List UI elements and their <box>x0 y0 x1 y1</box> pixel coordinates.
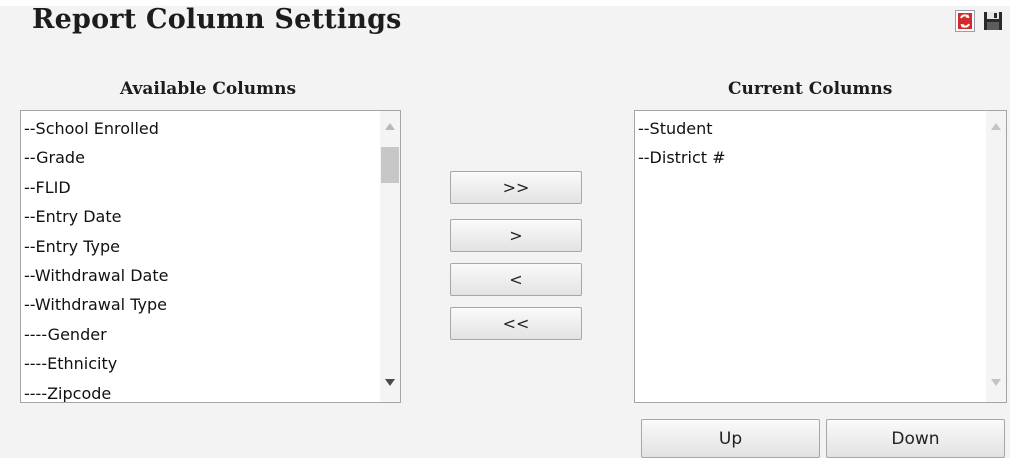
list-item[interactable]: --Grade <box>24 143 378 172</box>
scroll-thumb[interactable] <box>381 147 399 183</box>
list-item[interactable]: ----Ethnicity <box>24 349 378 378</box>
move-up-button[interactable]: Up <box>641 419 820 458</box>
scroll-down-icon[interactable] <box>986 372 1006 392</box>
current-columns-heading: Current Columns <box>728 79 893 99</box>
refresh-icon[interactable] <box>955 10 975 32</box>
scroll-down-icon[interactable] <box>380 372 400 392</box>
move-down-button[interactable]: Down <box>826 419 1005 458</box>
list-item[interactable]: --District # <box>638 143 984 172</box>
list-item[interactable]: ----Gender <box>24 320 378 349</box>
scroll-up-icon[interactable] <box>986 116 1006 136</box>
scroll-up-icon[interactable] <box>380 116 400 136</box>
add-all-button[interactable]: >> <box>450 171 582 204</box>
list-item[interactable]: --FLID <box>24 173 378 202</box>
add-button[interactable]: > <box>450 219 582 252</box>
remove-all-button[interactable]: << <box>450 307 582 340</box>
list-item[interactable]: --School Enrolled <box>24 114 378 143</box>
current-columns-list[interactable]: --Student --District # <box>634 110 1007 403</box>
list-item[interactable]: ----Zipcode <box>24 379 378 402</box>
list-item[interactable]: --Student <box>638 114 984 143</box>
remove-button[interactable]: < <box>450 263 582 296</box>
list-item[interactable]: --Withdrawal Type <box>24 290 378 319</box>
available-scrollbar[interactable] <box>380 111 400 402</box>
list-item[interactable]: --Entry Type <box>24 232 378 261</box>
current-scrollbar[interactable] <box>986 111 1006 402</box>
save-icon[interactable] <box>983 10 1003 32</box>
page-title: Report Column Settings <box>32 4 402 35</box>
list-item[interactable]: --Entry Date <box>24 202 378 231</box>
list-item[interactable]: --Withdrawal Date <box>24 261 378 290</box>
available-columns-heading: Available Columns <box>120 79 297 99</box>
available-columns-list[interactable]: --School Enrolled --Grade --FLID --Entry… <box>20 110 401 403</box>
